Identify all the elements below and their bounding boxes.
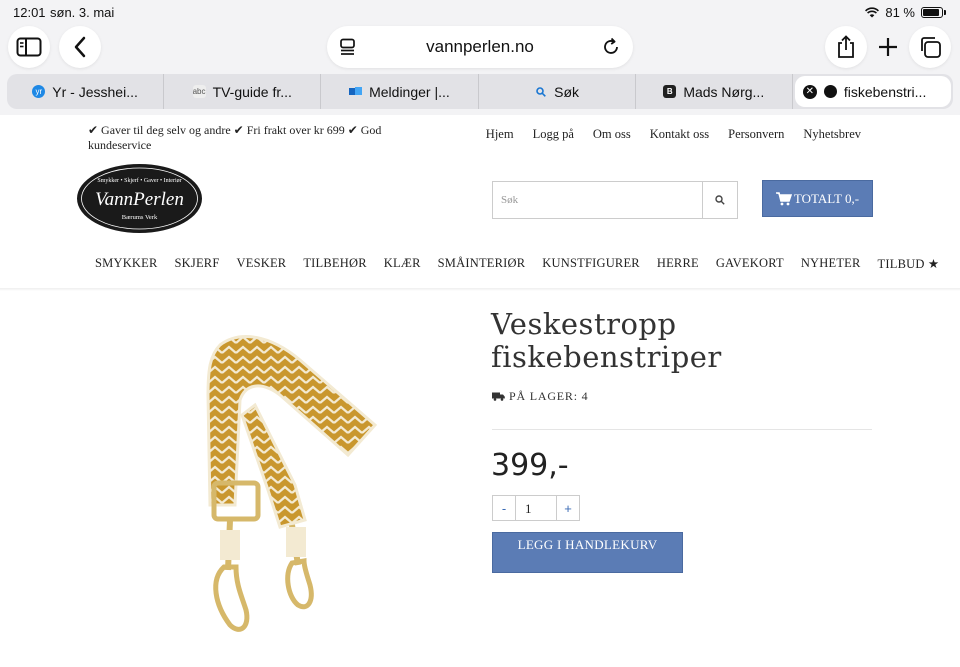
browser-tab[interactable]: Meldinger |... [321, 74, 479, 109]
site-search: Søk [492, 181, 738, 219]
share-icon [838, 35, 854, 58]
plus-icon [879, 38, 897, 56]
quantity-input[interactable]: 1 [516, 495, 556, 521]
reload-icon[interactable] [601, 37, 621, 62]
decrease-quantity-button[interactable]: - [492, 495, 516, 521]
battery-icon [921, 7, 943, 18]
nav-skjerf[interactable]: SKJERF [175, 256, 220, 272]
nav-gavekort[interactable]: GAVEKORT [716, 256, 784, 272]
nav-tilbehor[interactable]: TILBEHØR [303, 256, 366, 272]
url-text[interactable]: vannperlen.no [426, 37, 534, 57]
tab-label: Yr - Jesshei... [52, 83, 138, 100]
status-bar: 12:01 søn. 3. mai 81 % [0, 0, 960, 24]
tabs-overview-button[interactable] [909, 26, 951, 68]
quantity-stepper: - 1 + [492, 495, 580, 521]
tab-label: TV-guide fr... [212, 83, 292, 100]
site-favicon-icon [823, 85, 837, 98]
product-image[interactable] [180, 305, 430, 645]
nav-herre[interactable]: HERRE [657, 256, 699, 272]
link-nyhetsbrev[interactable]: Nyhetsbrev [803, 127, 861, 142]
add-to-cart-button[interactable]: LEGG I HANDLEKURV [492, 532, 683, 573]
nav-kunstfigurer[interactable]: KUNSTFIGURER [542, 256, 640, 272]
close-tab-icon[interactable]: ✕ [802, 84, 817, 99]
browser-tab[interactable]: B Mads Nørg... [636, 74, 793, 109]
cart-icon [775, 191, 792, 205]
nav-smykker[interactable]: SMYKKER [95, 256, 158, 272]
new-tab-button[interactable] [867, 26, 909, 68]
status-date: søn. 3. mai [50, 5, 115, 20]
logo-tagline: Smykker • Skjerf • Gaver • Interiør [97, 177, 181, 184]
messenger-favicon-icon [349, 85, 363, 98]
increase-quantity-button[interactable]: + [556, 495, 580, 521]
web-page: ✔ Gaver til deg selv og andre ✔ Fri frak… [0, 115, 960, 667]
tab-label: fiskebenstri... [843, 83, 927, 100]
cart-total: TOTALT 0,- [793, 190, 860, 206]
product-title: Veskestropp fiskebenstriper [491, 307, 722, 374]
link-om-oss[interactable]: Om oss [593, 127, 631, 142]
browser-tab[interactable]: abc TV-guide fr... [164, 74, 322, 109]
top-links: Hjem Logg på Om oss Kontakt oss Personve… [486, 127, 861, 142]
battery-percent: 81 % [885, 5, 915, 20]
product-price: 399,- [491, 448, 569, 483]
tab-label: Meldinger |... [369, 83, 450, 100]
back-button[interactable] [59, 26, 101, 68]
link-logg-pa[interactable]: Logg på [533, 127, 574, 142]
status-right: 81 % [865, 5, 946, 20]
logo-name: VannPerlen [95, 189, 184, 210]
tabs-icon [921, 37, 941, 58]
nav-vesker[interactable]: VESKER [237, 256, 287, 272]
usp-text: ✔ Gaver til deg selv og andre ✔ Fri frak… [88, 123, 382, 152]
yr-favicon-icon: yr [32, 85, 46, 98]
search-button[interactable] [703, 181, 738, 219]
stock-status: PÅ LAGER: 4 [492, 389, 588, 404]
tab-bar: yr Yr - Jesshei... abc TV-guide fr... Me… [7, 74, 953, 109]
status-time: 12:01 [13, 5, 46, 20]
sidebar-toggle-button[interactable] [8, 26, 50, 68]
nav-smainterior[interactable]: SMÅINTERIØR [438, 256, 526, 272]
share-button[interactable] [825, 26, 867, 68]
product-divider [492, 429, 872, 430]
address-bar[interactable]: vannperlen.no [327, 26, 633, 68]
nav-tilbud[interactable]: TILBUD ★ [878, 256, 940, 272]
tab-label: Søk [554, 83, 580, 100]
wifi-icon [865, 7, 880, 18]
abc-favicon-icon: abc [192, 85, 206, 98]
link-kontakt-oss[interactable]: Kontakt oss [650, 127, 709, 142]
browser-tab[interactable]: yr Yr - Jesshei... [7, 74, 165, 109]
truck-icon [492, 392, 505, 401]
nav-nyheter[interactable]: NYHETER [801, 256, 861, 272]
cart-button[interactable]: TOTALT 0,- [762, 180, 873, 217]
battery-nub [944, 10, 946, 15]
link-personvern[interactable]: Personvern [728, 127, 784, 142]
site-logo[interactable]: Smykker • Skjerf • Gaver • Interiør Vann… [76, 163, 203, 234]
tab-label: Mads Nørg... [683, 83, 765, 100]
browser-tab[interactable]: Søk [479, 74, 636, 109]
search-input[interactable]: Søk [492, 181, 703, 219]
add-to-cart-label: LEGG I HANDLEKURV [517, 537, 658, 552]
search-icon [715, 195, 725, 205]
header-divider [0, 288, 960, 291]
reader-icon[interactable] [339, 38, 357, 61]
main-nav: SMYKKER SKJERF VESKER TILBEHØR KLÆR SMÅI… [95, 256, 939, 272]
browser-tab-active[interactable]: ✕ fiskebenstri... [794, 76, 952, 107]
logo-location: Bærums Verk [122, 214, 158, 221]
search-favicon-icon [534, 85, 547, 98]
stock-text: PÅ LAGER: 4 [509, 389, 589, 403]
b-favicon-icon: B [663, 85, 677, 98]
sidebar-icon [16, 37, 42, 57]
chevron-left-icon [74, 36, 86, 58]
browser-chrome: 12:01 søn. 3. mai 81 % vannperlen.no yr [0, 0, 960, 115]
link-hjem[interactable]: Hjem [486, 127, 514, 142]
nav-klaer[interactable]: KLÆR [384, 256, 421, 272]
